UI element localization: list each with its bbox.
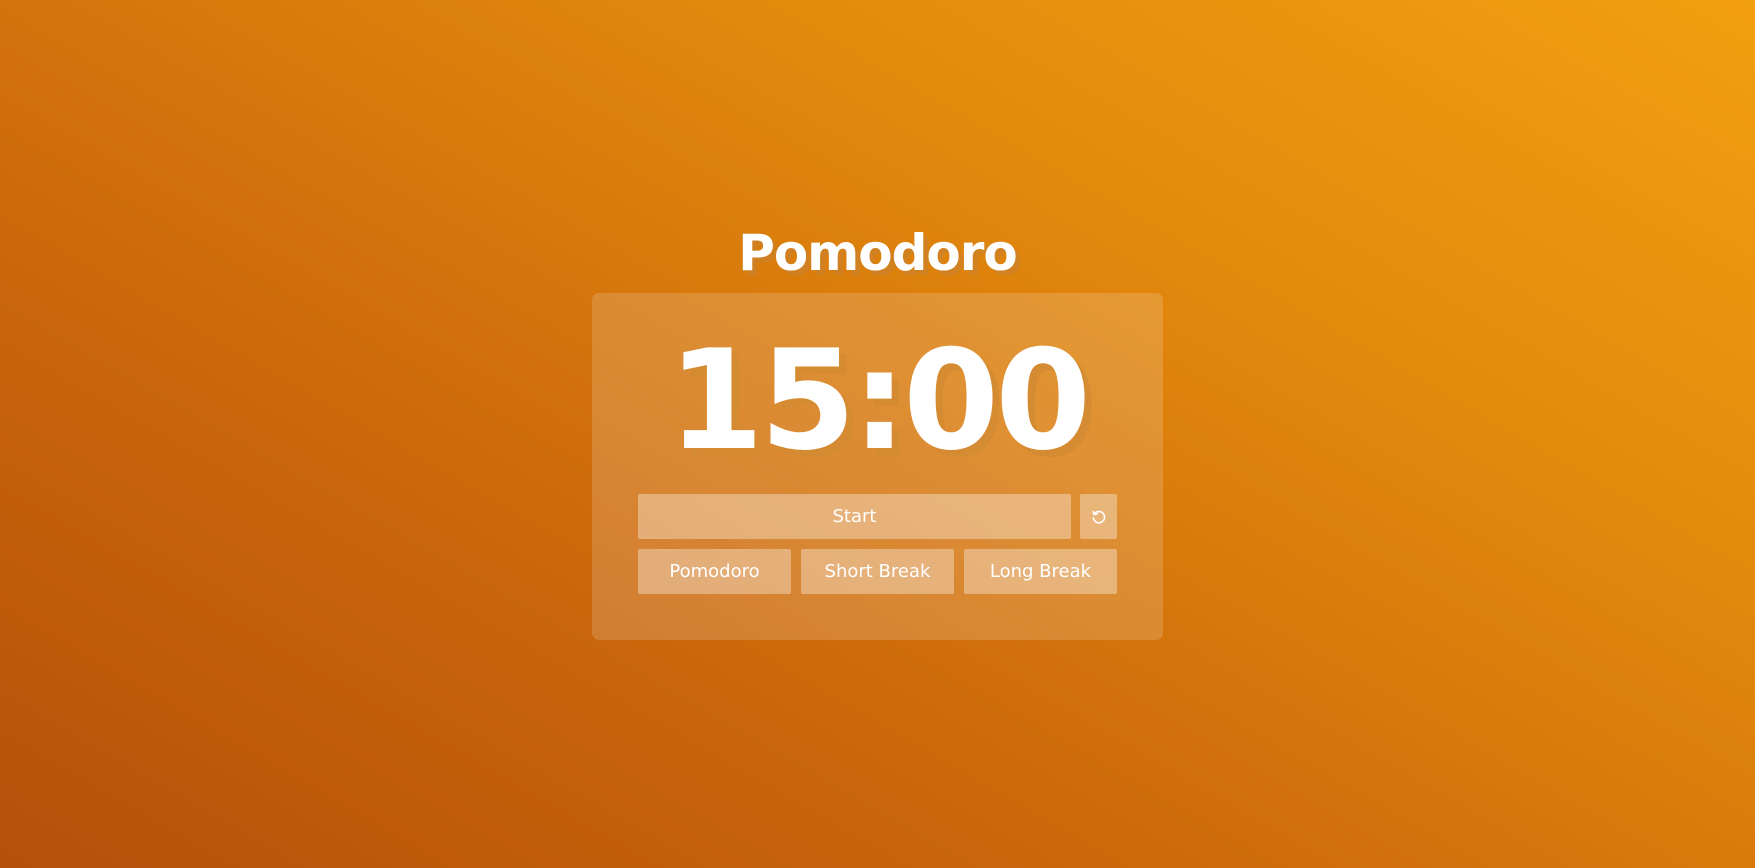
- timer-display: 15:00: [667, 320, 1091, 481]
- page-title: Pomodoro: [738, 224, 1018, 282]
- reset-button[interactable]: [1080, 494, 1117, 539]
- timer-card: 15:00 Start Pomodoro Short Break Long Br…: [592, 293, 1163, 640]
- pomodoro-app: Pomodoro 15:00 Start Pomodoro Short Brea…: [0, 0, 1755, 868]
- mode-pomodoro-button[interactable]: Pomodoro: [638, 549, 791, 594]
- reset-icon: [1091, 509, 1107, 525]
- mode-short-break-button[interactable]: Short Break: [801, 549, 954, 594]
- start-button[interactable]: Start: [638, 494, 1071, 539]
- mode-long-break-button[interactable]: Long Break: [964, 549, 1117, 594]
